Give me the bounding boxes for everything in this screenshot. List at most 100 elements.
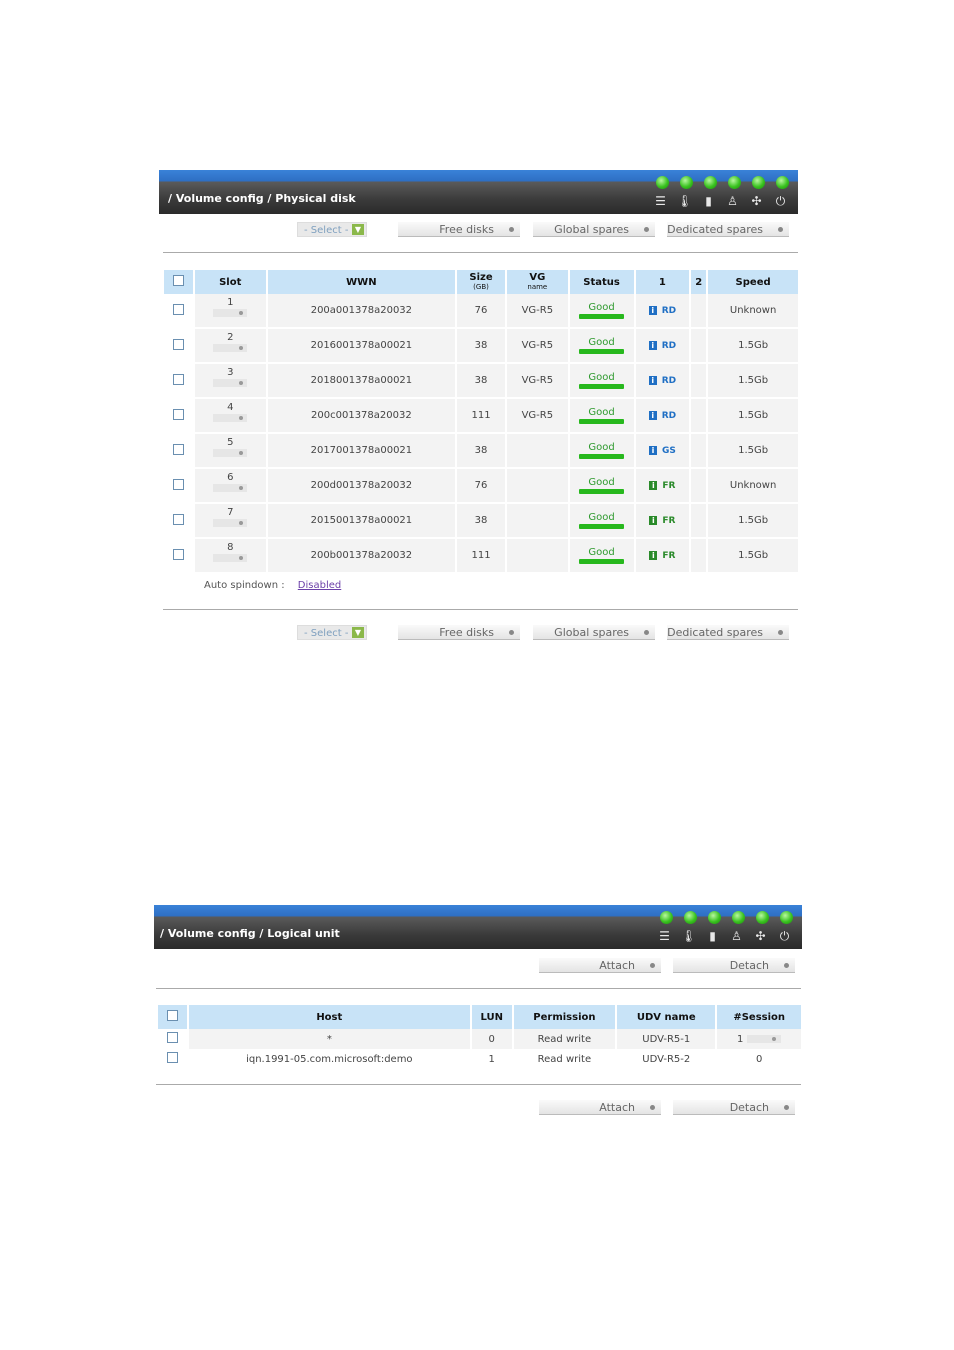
slot-menu-button[interactable]	[213, 554, 248, 562]
vg-cell	[506, 539, 568, 574]
fan-icon[interactable]: ✣	[753, 929, 768, 943]
attach-button[interactable]: Attach	[539, 958, 661, 973]
col-session[interactable]: #Session	[717, 1005, 801, 1029]
slot-menu-button[interactable]	[213, 309, 248, 317]
voltage-icon[interactable]: ▮	[705, 929, 720, 943]
row-checkbox[interactable]	[172, 373, 184, 385]
session-menu-button[interactable]	[747, 1034, 782, 1043]
col-vg-sub: name	[527, 283, 548, 291]
fan-icon[interactable]: ✣	[749, 194, 764, 208]
vg-cell	[506, 434, 568, 469]
attach-button[interactable]: Attach	[539, 1100, 661, 1115]
slot-menu-button[interactable]	[213, 379, 248, 387]
divider	[163, 609, 798, 610]
col2-cell	[691, 329, 707, 364]
divider	[163, 252, 798, 253]
col-status[interactable]: Status	[569, 270, 634, 294]
row-checkbox[interactable]	[172, 443, 184, 455]
slot-menu-button[interactable]	[213, 519, 248, 527]
col-host[interactable]: Host	[188, 1005, 470, 1029]
permission-cell: Read write	[513, 1029, 616, 1049]
select-dropdown[interactable]: - Select - ▼	[297, 222, 367, 237]
slot-cell: 5	[194, 434, 266, 469]
slot-menu-button[interactable]	[213, 344, 248, 352]
usage-badge: i RD	[648, 411, 676, 421]
vg-cell	[506, 504, 568, 539]
select-dropdown[interactable]: - Select - ▼	[297, 625, 367, 640]
slot-menu-button[interactable]	[213, 414, 248, 422]
detach-button[interactable]: Detach	[673, 958, 795, 973]
wwn-cell: 200b001378a20032	[267, 539, 456, 574]
status-cell: Good	[569, 364, 634, 399]
free-disks-button[interactable]: Free disks	[398, 222, 520, 237]
row-select-cell	[164, 434, 193, 469]
wwn-cell: 2018001378a00021	[267, 364, 456, 399]
power-icon[interactable]: ⏻	[777, 929, 792, 943]
detach-button[interactable]: Detach	[673, 1100, 795, 1115]
global-spares-button[interactable]: Global spares	[533, 625, 655, 640]
status-led	[728, 176, 741, 189]
disk-stack-icon[interactable]: ☰	[653, 194, 668, 208]
slot-menu-button[interactable]	[213, 449, 248, 457]
size-cell: 76	[457, 469, 505, 504]
voltage-icon[interactable]: ▮	[701, 194, 716, 208]
thermometer-icon[interactable]: 🌡︎	[681, 929, 696, 943]
ups-icon[interactable]: ♙	[725, 194, 740, 208]
status-badge: Good	[579, 303, 624, 319]
table-row: 1 200a001378a20032 76 VG-R5 Good i RD Unknown	[164, 294, 798, 329]
slot-menu-button[interactable]	[213, 484, 248, 492]
row-select-cell	[164, 294, 193, 329]
dedicated-spares-button[interactable]: Dedicated spares	[667, 222, 789, 237]
info-icon: i	[649, 481, 658, 490]
row-checkbox[interactable]	[172, 548, 184, 560]
col-speed[interactable]: Speed	[708, 270, 798, 294]
row-checkbox[interactable]	[172, 338, 184, 350]
table-row: 7 2015001378a00021 38 Good i FR 1.5Gb	[164, 504, 798, 539]
col-wwn[interactable]: WWN	[267, 270, 456, 294]
thermometer-icon[interactable]: 🌡︎	[677, 194, 692, 208]
ups-icon[interactable]: ♙	[729, 929, 744, 943]
col-vg[interactable]: VG name	[506, 270, 568, 294]
col-size[interactable]: Size (GB)	[457, 270, 505, 294]
table-row: 6 200d001378a20032 76 Good i FR Unknown	[164, 469, 798, 504]
physical-disk-header: / Volume config / Physical disk ☰ 🌡︎ ▮ ♙…	[159, 170, 798, 214]
status-led	[680, 176, 693, 189]
udv-name-cell: UDV-R5-2	[642, 1053, 691, 1065]
table-row: 2 2016001378a00021 38 VG-R5 Good i RD 1.5Gb	[164, 329, 798, 364]
usage-badge: i FR	[649, 551, 675, 561]
auto-spindown-link[interactable]: Disabled	[298, 580, 341, 591]
table-row: 5 2017001378a00021 38 Good i GS 1.5Gb	[164, 434, 798, 469]
status-led	[656, 176, 669, 189]
usage-cell: i FR	[635, 504, 690, 539]
select-all-checkbox[interactable]	[172, 275, 184, 286]
slot-cell: 8	[194, 539, 266, 574]
size-cell: 111	[457, 539, 505, 574]
row-checkbox[interactable]	[172, 408, 184, 420]
lun-cell: 1	[488, 1053, 495, 1065]
button-label: Dedicated spares	[667, 223, 763, 236]
dedicated-spares-button[interactable]: Dedicated spares	[667, 625, 789, 640]
free-disks-button[interactable]: Free disks	[398, 625, 520, 640]
row-checkbox[interactable]	[172, 478, 184, 490]
col-permission[interactable]: Permission	[513, 1005, 616, 1029]
row-checkbox[interactable]	[172, 303, 184, 315]
col-slot[interactable]: Slot	[194, 270, 266, 294]
global-spares-button[interactable]: Global spares	[533, 222, 655, 237]
power-icon[interactable]: ⏻	[773, 194, 788, 208]
button-label: Detach	[729, 1101, 769, 1114]
row-checkbox[interactable]	[166, 1052, 178, 1063]
row-checkbox[interactable]	[166, 1032, 178, 1043]
status-text: Good	[588, 337, 615, 348]
select-all-checkbox[interactable]	[166, 1010, 178, 1021]
session-cell: 0	[717, 1049, 801, 1069]
auto-spindown-label: Auto spindown :	[204, 580, 285, 591]
chevron-down-icon: ▼	[352, 224, 364, 235]
col-2[interactable]: 2	[691, 270, 707, 294]
col-udv-name[interactable]: UDV name	[617, 1005, 716, 1029]
col-lun[interactable]: LUN	[471, 1005, 512, 1029]
disk-stack-icon[interactable]: ☰	[657, 929, 672, 943]
col-1[interactable]: 1	[635, 270, 690, 294]
slot-cell: 4	[194, 399, 266, 434]
usage-text: FR	[662, 551, 676, 561]
row-checkbox[interactable]	[172, 513, 184, 525]
